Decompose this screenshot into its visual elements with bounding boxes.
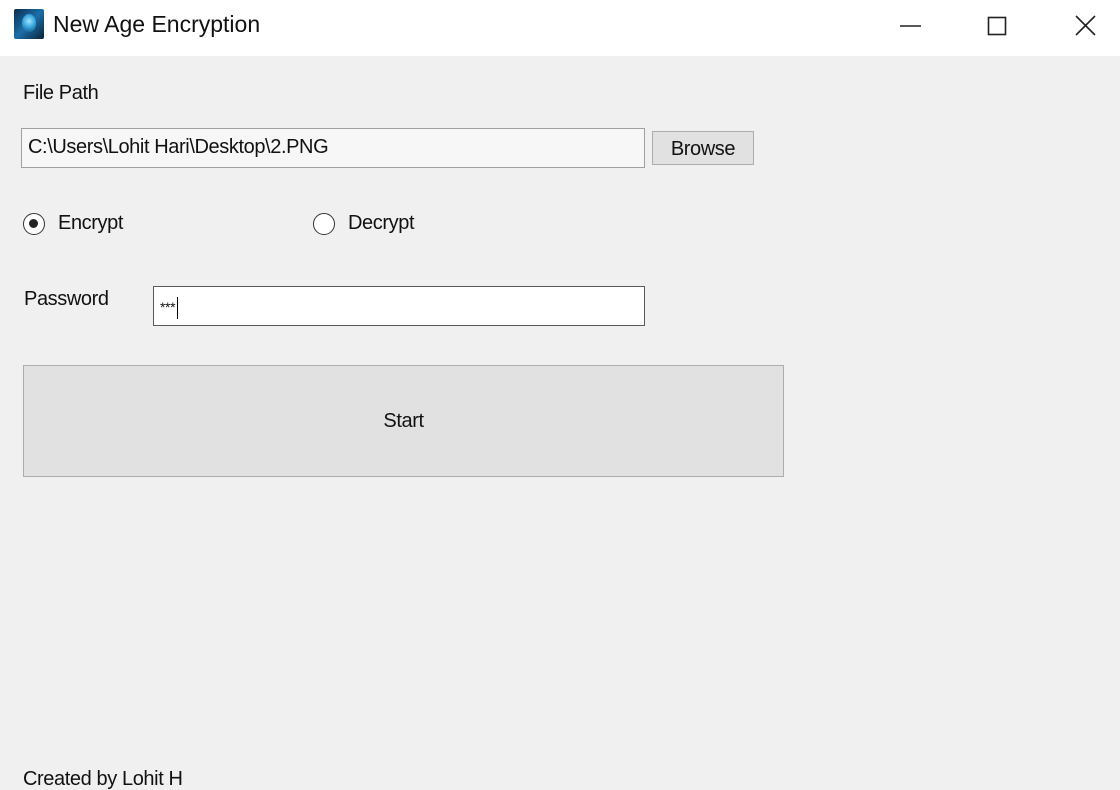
maximize-button[interactable]: [952, 0, 1040, 52]
radio-selected-dot: [29, 219, 38, 228]
app-window: New Age Encryption File Path C:\Users\Lo…: [0, 0, 1120, 790]
file-path-input[interactable]: C:\Users\Lohit Hari\Desktop\2.PNG: [21, 128, 645, 168]
minimize-button[interactable]: [866, 0, 954, 52]
window-title: New Age Encryption: [53, 11, 261, 37]
password-label: Password: [24, 288, 109, 310]
password-input[interactable]: ***: [153, 286, 645, 326]
file-path-label: File Path: [23, 82, 99, 104]
start-button[interactable]: Start: [23, 365, 784, 477]
decrypt-radio[interactable]: Decrypt: [313, 212, 433, 242]
encrypt-radio[interactable]: Encrypt: [23, 212, 143, 242]
password-masked-value: ***: [160, 299, 176, 315]
radio-circle[interactable]: [313, 213, 335, 235]
footer-credit: Created by Lohit H: [23, 768, 183, 790]
text-caret: [177, 297, 179, 320]
app-icon-glyph: [22, 14, 36, 32]
minimize-icon: [900, 25, 921, 27]
encrypt-radio-label[interactable]: Encrypt: [58, 212, 123, 235]
radio-circle[interactable]: [23, 213, 45, 235]
app-icon: [14, 9, 44, 39]
decrypt-radio-label[interactable]: Decrypt: [348, 212, 415, 235]
close-icon: [1075, 15, 1096, 36]
maximize-icon: [987, 16, 1007, 36]
browse-button[interactable]: Browse: [652, 131, 754, 165]
title-bar[interactable]: New Age Encryption: [0, 0, 1120, 56]
close-button[interactable]: [1040, 0, 1120, 52]
